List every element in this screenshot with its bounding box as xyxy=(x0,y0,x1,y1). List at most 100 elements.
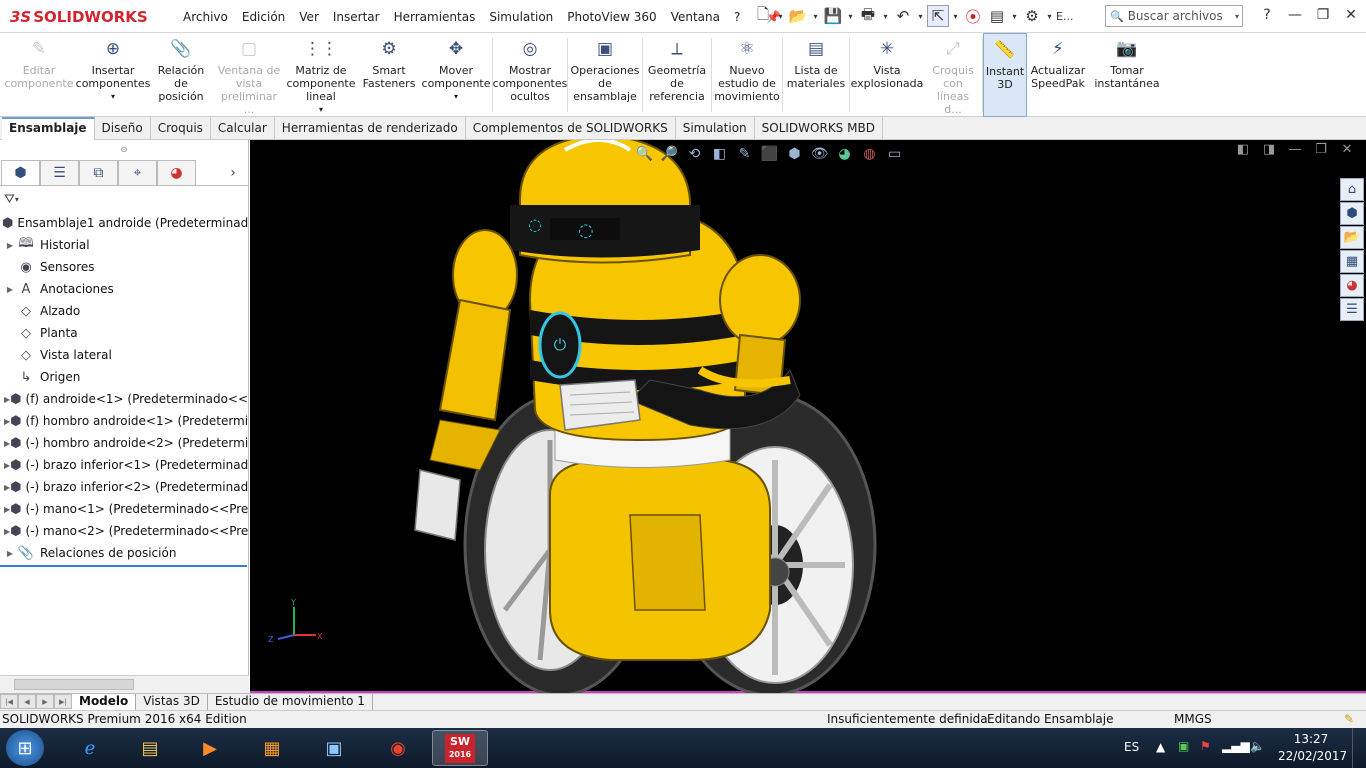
open-folder-icon[interactable]: 📂 xyxy=(787,5,809,27)
robot-assembly-model[interactable]: ⏻ ◌ ◌ xyxy=(400,140,1020,693)
menu-edicion[interactable]: Edición xyxy=(235,10,292,24)
panel-grip-handle[interactable]: ⊙ xyxy=(0,140,248,160)
viewport-tile-left-icon[interactable]: ◧ xyxy=(1234,142,1252,157)
menu-simulation[interactable]: Simulation xyxy=(482,10,560,24)
tree-item[interactable]: ▶ ⬢ (f) hombro androide<1> (Predetermin xyxy=(0,410,248,432)
view-settings-icon[interactable]: ▭ xyxy=(885,144,904,163)
tree-rollback-bar[interactable] xyxy=(0,565,247,567)
display-style-icon[interactable]: ⬢ xyxy=(785,144,804,163)
select-dropdown-icon[interactable]: ▾ xyxy=(951,12,960,21)
expand-arrow-icon[interactable]: ▶ xyxy=(4,241,16,250)
tree-filter[interactable]: ⛛ ▾ xyxy=(0,186,248,212)
language-indicator[interactable]: ES xyxy=(1124,740,1139,754)
menu-herramientas[interactable]: Herramientas xyxy=(387,10,483,24)
apply-scene-icon[interactable]: ◍ xyxy=(860,144,879,163)
search-dropdown-icon[interactable]: ▾ xyxy=(1235,12,1239,21)
ribbon-button-motion-study[interactable]: ⚛ Nuevo estudio de movimiento xyxy=(712,33,782,117)
ribbon-button-speedpak[interactable]: ⚡ Actualizar SpeedPak xyxy=(1027,33,1089,117)
tab-prev-icon[interactable]: ◀ xyxy=(18,694,36,709)
ribbon-button-show-hidden[interactable]: ◎ Mostrar componentes ocultos xyxy=(493,33,568,117)
close-icon[interactable]: ✕ xyxy=(1338,4,1364,26)
tab-last-icon[interactable]: ▶| xyxy=(54,694,72,709)
previous-view-icon[interactable]: ⟲ xyxy=(685,144,704,163)
menu-ventana[interactable]: Ventana xyxy=(664,10,727,24)
save-icon[interactable]: 💾 xyxy=(822,5,844,27)
options-dropdown-icon[interactable]: ▾ xyxy=(1045,12,1054,21)
ribbon-button-insert-components[interactable]: ⊕ Insertar componentes ▾ xyxy=(76,33,151,117)
view-orientation-icon[interactable]: ⬛ xyxy=(760,144,779,163)
tab-croquis[interactable]: Croquis xyxy=(151,117,211,140)
configuration-manager-tab-icon[interactable]: ⧉ xyxy=(79,160,118,185)
ribbon-button-move-component[interactable]: ✥ Mover componente ▾ xyxy=(420,33,492,117)
ribbon-button-bom[interactable]: ▤ Lista de materiales xyxy=(783,33,849,117)
control-panel-icon[interactable]: ▣ xyxy=(306,730,362,766)
tree-item[interactable]: ▶ ⬢ (-) mano<2> (Predeterminado<<Prec xyxy=(0,520,248,542)
tree-item[interactable]: ◇ Planta xyxy=(0,322,248,344)
tab-vistas-3d[interactable]: Vistas 3D xyxy=(136,694,208,710)
tree-item[interactable]: ↳ Origen xyxy=(0,366,248,388)
show-hidden-icons-icon[interactable]: ▲ xyxy=(1156,740,1165,754)
ribbon-dropdown-icon[interactable]: ▾ xyxy=(454,90,458,103)
solidworks-logo[interactable]: 3S SOLIDWORKS xyxy=(10,4,160,30)
help-icon[interactable]: ? xyxy=(1254,4,1280,26)
ribbon-button-reference-geometry[interactable]: ⟂ Geometría de referencia xyxy=(643,33,711,117)
clock-date[interactable]: 22/02/2017 xyxy=(1278,749,1347,763)
tree-item[interactable]: ▶ ⬢ (f) androide<1> (Predeterminado<<P xyxy=(0,388,248,410)
ribbon-button-linear-pattern[interactable]: ⋮⋮ Matriz de componente lineal ▾ xyxy=(284,33,358,117)
tree-item[interactable]: ▶ 📎 Relaciones de posición xyxy=(0,542,248,564)
solidworks-resources-icon[interactable]: ⌂ xyxy=(1340,178,1364,201)
edit-appearance-icon[interactable]: ◕ xyxy=(835,144,854,163)
file-explorer-taskbar-icon[interactable]: ▤ xyxy=(122,730,178,766)
viewport-minimize-icon[interactable]: — xyxy=(1286,142,1304,157)
tab-complementos[interactable]: Complementos de SOLIDWORKS xyxy=(466,117,676,140)
quick-access-more[interactable]: E... xyxy=(1056,5,1073,27)
graphics-area[interactable]: ⏻ ◌ ◌ 🔍 🔎 ⟲ ◧ ✎ ⬛ ⬢ 👁 ◕ ◍ ▭ ◧ ◨ — ❐ ✕ ⌂ … xyxy=(250,140,1366,693)
rebuild-warning-icon[interactable]: ✎ xyxy=(1344,712,1354,726)
file-explorer-icon[interactable]: 📂 xyxy=(1340,226,1364,249)
clock-time[interactable]: 13:27 xyxy=(1284,732,1338,746)
tree-item[interactable]: ▶ 🕮 Historial xyxy=(0,234,248,256)
menu-ver[interactable]: Ver xyxy=(292,10,326,24)
tab-calcular[interactable]: Calcular xyxy=(211,117,275,140)
action-center-flag-icon[interactable]: ⚑ xyxy=(1200,739,1211,753)
media-player-icon[interactable]: ▶ xyxy=(182,730,238,766)
viewport-restore-icon[interactable]: ❐ xyxy=(1312,142,1330,157)
new-dropdown-icon[interactable]: ▾ xyxy=(776,12,785,21)
undo-icon[interactable]: ↶ xyxy=(892,5,914,27)
tree-item[interactable]: ◉ Sensores xyxy=(0,256,248,278)
scrollbar-thumb[interactable] xyxy=(14,679,134,690)
undo-dropdown-icon[interactable]: ▾ xyxy=(916,12,925,21)
tab-renderizado[interactable]: Herramientas de renderizado xyxy=(275,117,466,140)
tab-simulation[interactable]: Simulation xyxy=(676,117,755,140)
search-box[interactable]: 🔍 Buscar archivos ▾ xyxy=(1105,5,1243,27)
feature-manager-tab-icon[interactable]: ⬢ xyxy=(1,160,40,185)
ribbon-button-instant3d[interactable]: 📏 Instant 3D xyxy=(983,33,1027,117)
view-palette-icon[interactable]: ▦ xyxy=(1340,250,1364,273)
options-gear-icon[interactable]: ⚙ xyxy=(1021,5,1043,27)
show-desktop-button[interactable] xyxy=(1352,728,1364,768)
ribbon-button-assembly-features[interactable]: ▣ Operaciones de ensamblaje xyxy=(568,33,642,117)
tree-item[interactable]: ▶ ⬢ (-) hombro androide<2> (Predetermin xyxy=(0,432,248,454)
windows-start-icon[interactable]: ⊞ xyxy=(6,730,44,766)
menu-insertar[interactable]: Insertar xyxy=(326,10,387,24)
minimize-icon[interactable]: — xyxy=(1282,4,1308,26)
expand-arrow-icon[interactable]: ▶ xyxy=(4,285,16,294)
volume-icon[interactable]: 🔈 xyxy=(1250,739,1265,753)
tab-modelo[interactable]: Modelo xyxy=(72,694,137,710)
viewport-close-icon[interactable]: ✕ xyxy=(1338,142,1356,157)
tab-next-icon[interactable]: ▶ xyxy=(36,694,54,709)
hide-show-items-icon[interactable]: 👁 xyxy=(810,144,829,163)
status-units[interactable]: MMGS xyxy=(1174,712,1212,726)
properties-dropdown-icon[interactable]: ▾ xyxy=(1010,12,1019,21)
zoom-to-area-icon[interactable]: 🔎 xyxy=(660,144,679,163)
viewport-tile-right-icon[interactable]: ◨ xyxy=(1260,142,1278,157)
new-document-icon[interactable]: 🗋 xyxy=(752,5,774,27)
print-icon[interactable]: 🖶 xyxy=(857,5,879,27)
section-view-icon[interactable]: ◧ xyxy=(710,144,729,163)
rebuild-traffic-light-icon[interactable]: ⦿ xyxy=(962,5,984,27)
tabs-expand-arrow-icon[interactable]: › xyxy=(218,160,248,185)
tree-item[interactable]: ◇ Vista lateral xyxy=(0,344,248,366)
tree-item[interactable]: ◇ Alzado xyxy=(0,300,248,322)
menu-photoview[interactable]: PhotoView 360 xyxy=(560,10,663,24)
tree-item[interactable]: ▶ ⬢ (-) brazo inferior<1> (Predeterminado xyxy=(0,454,248,476)
